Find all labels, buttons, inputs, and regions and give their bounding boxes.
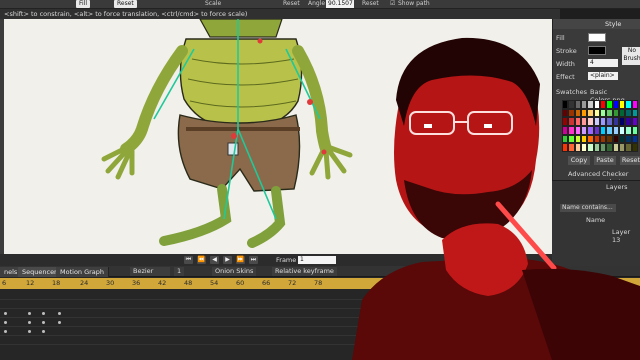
keyframe[interactable] [28, 321, 31, 324]
checkbox-icon[interactable]: ☑ [390, 0, 395, 8]
app-window: Fill Reset Scale Reset Angle 90.1507 Res… [0, 0, 640, 360]
style-panel-title: Style [553, 19, 640, 29]
keyframe[interactable] [42, 312, 45, 315]
ruler-tick: 12 [26, 279, 35, 287]
step-back-button[interactable]: ◀ [210, 256, 219, 264]
ruler-tick: 42 [158, 279, 167, 287]
ruler-tick: 66 [262, 279, 271, 287]
scale-label: Scale [205, 0, 222, 7]
top-toolbar: Fill Reset Scale Reset Angle 90.1507 Res… [0, 0, 640, 9]
step-select[interactable]: 1 [174, 267, 185, 276]
presenter-webcam [352, 37, 640, 360]
play-button[interactable]: ▶ [223, 256, 232, 264]
ruler-tick: 60 [236, 279, 245, 287]
keyframe[interactable] [28, 312, 31, 315]
interpolation-select[interactable]: Bezier [130, 267, 170, 276]
ruler-tick: 18 [52, 279, 61, 287]
fast-forward-button[interactable]: ⏩ [236, 256, 245, 264]
show-path-toggle[interactable]: Show path [398, 0, 430, 8]
ruler-tick: 36 [132, 279, 141, 287]
toolbar-reset-button[interactable]: Reset [114, 0, 137, 8]
ruler-tick: 48 [184, 279, 193, 287]
keyframe[interactable] [42, 321, 45, 324]
keyframe[interactable] [4, 312, 7, 315]
onion-skins-toggle[interactable]: Onion Skins [212, 267, 257, 276]
rewind-button[interactable]: ⏪ [197, 256, 206, 264]
angle-label: Angle [308, 0, 326, 7]
fill-mode-button[interactable]: Fill [76, 0, 91, 8]
keyframe[interactable] [28, 330, 31, 333]
ruler-tick: 30 [106, 279, 115, 287]
first-frame-button[interactable]: ⏮ [184, 256, 193, 264]
status-hint: <shift> to constrain, <alt> to force tra… [0, 9, 560, 19]
keyframe[interactable] [58, 312, 61, 315]
ruler-tick: 24 [80, 279, 89, 287]
reset-scale-button[interactable]: Reset [283, 0, 300, 8]
keyframe[interactable] [58, 321, 61, 324]
last-frame-button[interactable]: ⏭ [249, 256, 258, 264]
ruler-tick: 6 [2, 279, 7, 287]
reset-angle-button[interactable]: Reset [362, 0, 379, 8]
keyframe[interactable] [4, 321, 7, 324]
keyframe[interactable] [4, 330, 7, 333]
keyframe[interactable] [42, 330, 45, 333]
ruler-tick: 54 [210, 279, 219, 287]
tab-motion-graph[interactable]: Motion Graph [56, 267, 110, 277]
angle-input[interactable]: 90.1507 [326, 0, 354, 8]
